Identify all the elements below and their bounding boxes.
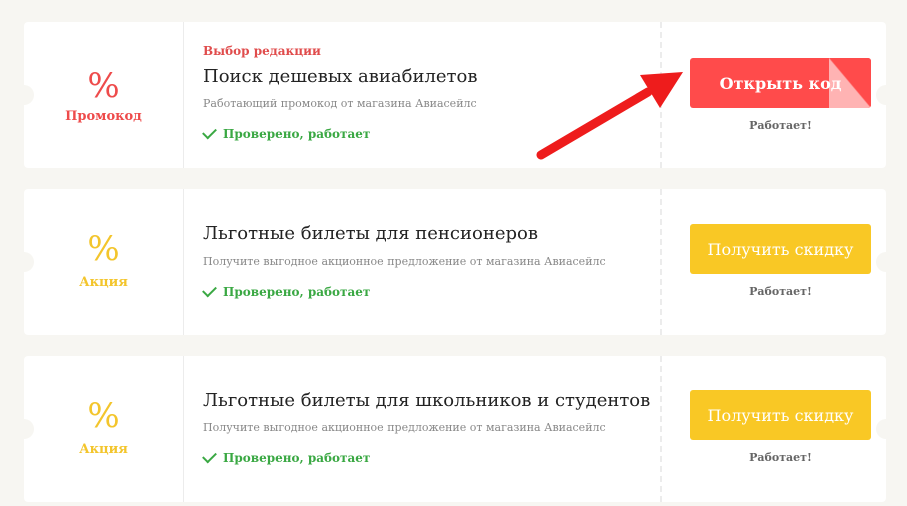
get-discount-button[interactable]: Получить скидку xyxy=(690,390,871,440)
get-discount-button[interactable]: Получить скидку xyxy=(690,224,871,274)
open-code-button[interactable]: Открыть код xyxy=(690,58,871,108)
offer-title: Льготные билеты для пенсионеров xyxy=(203,223,538,244)
editor-choice-label: Выбор редакции xyxy=(203,44,321,58)
button-label: Получить скидку xyxy=(707,405,854,425)
offer-type-label: Промокод xyxy=(65,109,142,124)
verified-text: Проверено, работает xyxy=(223,285,371,299)
offer-description: Получите выгодное акционное предложение … xyxy=(203,421,606,434)
verified-status: Проверено, работает xyxy=(202,124,371,141)
card-notch xyxy=(876,252,896,272)
offer-type-column: % Акция xyxy=(24,189,184,335)
percent-icon: % xyxy=(87,229,120,269)
verified-status: Проверено, работает xyxy=(202,282,371,299)
offer-card-2: % Акция Льготные билеты для пенсионеров … xyxy=(14,189,896,335)
button-label: Получить скидку xyxy=(707,239,854,259)
check-icon xyxy=(202,448,217,464)
verified-text: Проверено, работает xyxy=(223,127,371,141)
offer-type-label: Акция xyxy=(79,275,128,290)
offer-type-column: % Промокод xyxy=(24,22,184,168)
offer-type-column: % Акция xyxy=(24,356,184,502)
ticket-perforation xyxy=(660,22,662,168)
works-status: Работает! xyxy=(749,451,812,464)
offer-title: Льготные билеты для школьников и студент… xyxy=(203,390,651,411)
percent-icon: % xyxy=(87,396,120,436)
offer-card-3: % Акция Льготные билеты для школьников и… xyxy=(14,356,896,502)
verified-status: Проверено, работает xyxy=(202,448,371,465)
card-notch xyxy=(876,85,896,105)
check-icon xyxy=(202,124,217,140)
offer-description: Работающий промокод от магазина Авиасейл… xyxy=(203,97,477,110)
offer-description: Получите выгодное акционное предложение … xyxy=(203,255,606,268)
percent-icon: % xyxy=(87,66,120,106)
card-notch xyxy=(876,419,896,439)
ticket-perforation xyxy=(660,356,662,502)
verified-text: Проверено, работает xyxy=(223,451,371,465)
offer-title: Поиск дешевых авиабилетов xyxy=(203,66,478,87)
works-status: Работает! xyxy=(749,285,812,298)
check-icon xyxy=(202,282,217,298)
ticket-perforation xyxy=(660,189,662,335)
offer-type-label: Акция xyxy=(79,442,128,457)
offer-card-1: % Промокод Выбор редакции Поиск дешевых … xyxy=(14,22,896,168)
button-label: Открыть код xyxy=(719,73,842,93)
works-status: Работает! xyxy=(749,119,812,132)
